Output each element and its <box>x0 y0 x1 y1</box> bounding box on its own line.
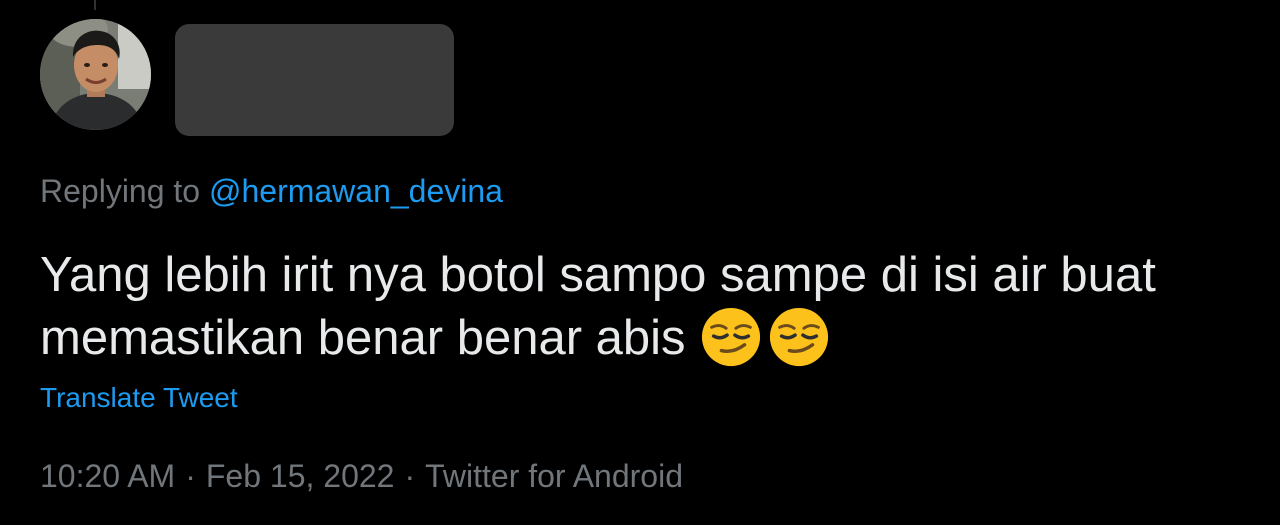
tweet-time[interactable]: 10:20 AM <box>40 458 175 494</box>
replying-to-label: Replying to <box>40 173 201 209</box>
tweet-text-line-2: memastikan benar benar abis <box>40 306 1270 369</box>
redacted-author-name <box>175 24 454 136</box>
replying-to-line: Replying to @hermawan_devina <box>40 171 503 211</box>
translate-tweet-link[interactable]: Translate Tweet <box>40 380 238 416</box>
smirking-face-icon <box>701 307 760 367</box>
tweet-text-line-1: Yang lebih irit nya botol sampo sampe di… <box>40 248 1156 302</box>
tweet-date[interactable]: Feb 15, 2022 <box>206 458 395 494</box>
tweet-metadata: 10:20 AM · Feb 15, 2022 · Twitter for Androi… <box>40 456 683 496</box>
meta-separator: · <box>404 458 416 494</box>
tweet-text: Yang lebih irit nya botol sampo sampe di… <box>40 244 1270 369</box>
tweet-source[interactable]: Twitter for Android <box>425 458 683 494</box>
smirking-face-icon <box>769 307 828 367</box>
tweet-text-line-2-text: memastikan benar benar abis <box>40 311 686 365</box>
meta-separator: · <box>185 458 196 494</box>
thread-connector-line <box>94 0 96 10</box>
mention-link[interactable]: @hermawan_devina <box>209 173 503 209</box>
profile-photo-icon <box>40 19 151 130</box>
avatar[interactable] <box>40 19 151 130</box>
